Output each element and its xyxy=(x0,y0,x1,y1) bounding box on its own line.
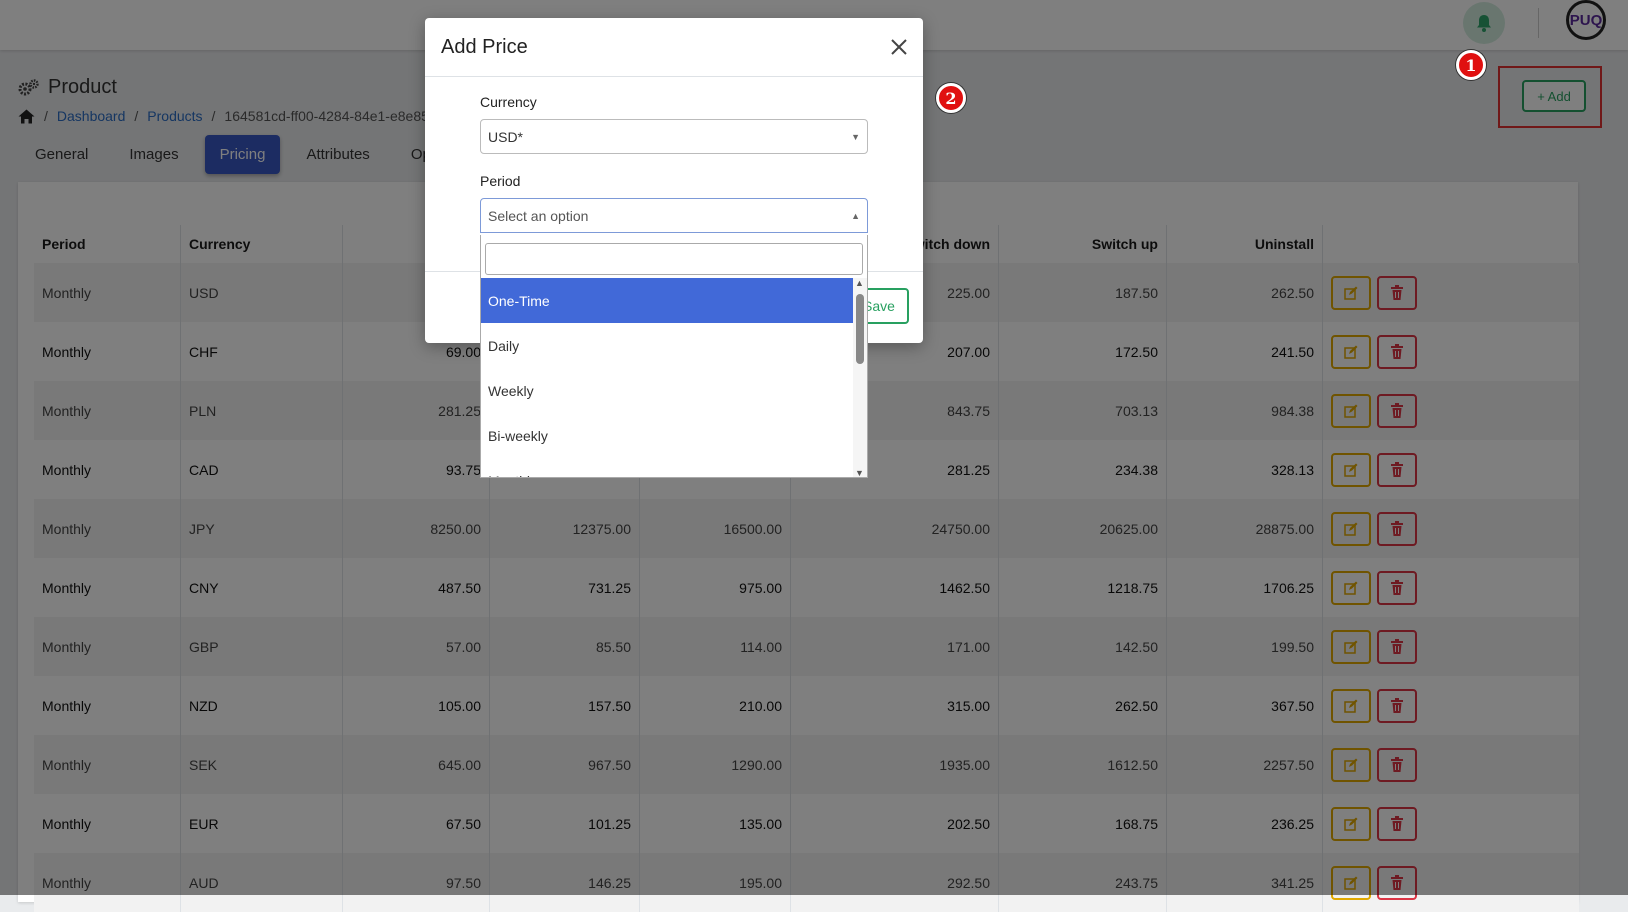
currency-select-value: USD* xyxy=(488,128,524,145)
currency-select[interactable]: USD* ▼ xyxy=(480,119,868,154)
period-option-weekly[interactable]: Weekly xyxy=(481,368,853,413)
scrollbar-thumb[interactable] xyxy=(856,294,864,364)
period-select[interactable]: Select an option ▲ xyxy=(480,198,868,233)
period-option-one-time[interactable]: One-Time xyxy=(481,278,853,323)
scroll-down-icon[interactable]: ▼ xyxy=(855,468,864,477)
close-icon[interactable] xyxy=(890,38,908,56)
period-search-input[interactable] xyxy=(485,243,863,275)
period-dropdown: One-Time Daily Weekly Bi-weekly Monthly … xyxy=(480,235,868,478)
dropdown-scrollbar[interactable]: ▲ ▼ xyxy=(853,278,867,477)
period-select-placeholder: Select an option xyxy=(488,207,589,224)
step-marker-2: 2 xyxy=(936,83,966,113)
modal-title: Add Price xyxy=(441,35,528,58)
period-option-daily[interactable]: Daily xyxy=(481,323,853,368)
step-marker-1: 1 xyxy=(1456,50,1486,80)
scroll-up-icon[interactable]: ▲ xyxy=(855,278,864,288)
period-option-bi-weekly[interactable]: Bi-weekly xyxy=(481,413,853,458)
period-options-list: One-Time Daily Weekly Bi-weekly Monthly xyxy=(481,278,853,478)
period-label: Period xyxy=(480,173,521,189)
chevron-down-icon: ▼ xyxy=(851,131,860,142)
modal-header: Add Price xyxy=(425,18,923,77)
chevron-up-icon: ▲ xyxy=(851,210,860,221)
period-option-monthly[interactable]: Monthly xyxy=(481,458,853,478)
currency-label: Currency xyxy=(480,94,537,110)
